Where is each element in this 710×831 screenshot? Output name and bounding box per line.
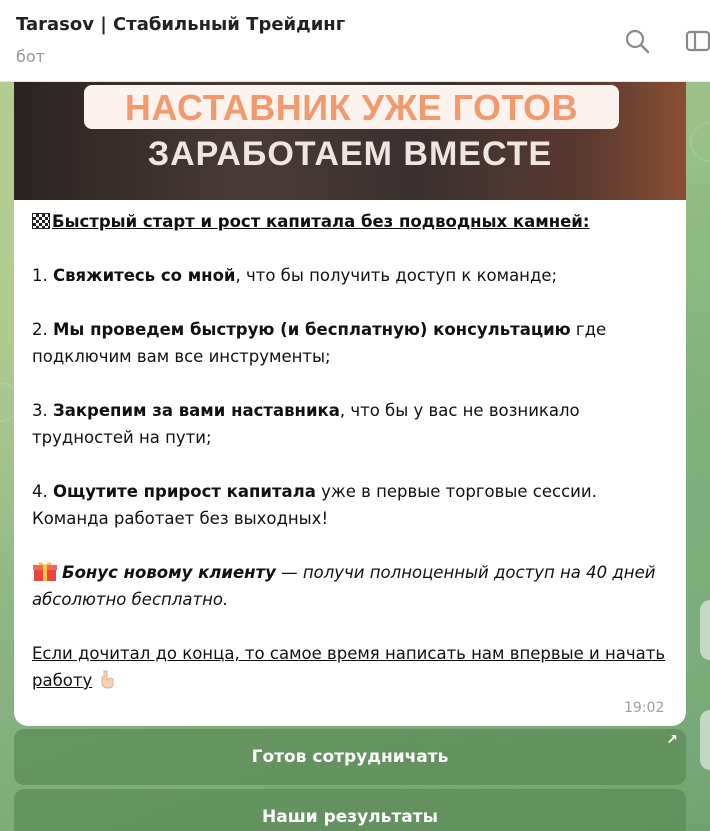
chat-area: НАСТАВНИК УЖЕ ГОТОВ ЗАРАБОТАЕМ ВМЕСТЕ Бы… [0, 82, 710, 831]
cta-line[interactable]: Если дочитал до конца, то самое время на… [32, 640, 672, 694]
external-link-icon: ↗ [666, 732, 678, 748]
message-heading: Быстрый старт и рост капитала без подвод… [32, 208, 672, 235]
step-1: 1. Свяжитесь со мной, что бы получить до… [32, 266, 558, 285]
step-2: 2. Мы проведем быструю (и бесплатную) ко… [32, 320, 607, 366]
banner-headline: НАСТАВНИК УЖЕ ГОТОВ [124, 87, 579, 128]
pointing-down-hand-icon [101, 670, 114, 689]
our-results-button[interactable]: Наши результаты [14, 789, 686, 831]
step-3: 3. Закрепим за вами наставника, что бы у… [32, 401, 580, 447]
message-text: Быстрый старт и рост капитала без подвод… [32, 208, 672, 721]
message-time: 19:02 [624, 700, 665, 716]
chat-header: Tarasov | Стабильный Трейдинг бот [0, 0, 710, 82]
background-doodle [690, 122, 710, 162]
banner-subheadline: ЗАРАБОТАЕМ ВМЕСТЕ [147, 135, 553, 173]
chat-subtitle: бот [16, 47, 45, 66]
message-bubble: НАСТАВНИК УЖЕ ГОТОВ ЗАРАБОТАЕМ ВМЕСТЕ Бы… [14, 82, 686, 726]
ready-to-cooperate-button[interactable]: Готов сотрудничать ↗ [14, 729, 686, 785]
bonus-line: Бонус новому клиенту — получи полноценны… [32, 559, 672, 613]
search-icon[interactable] [622, 26, 652, 56]
chat-title[interactable]: Tarasov | Стабильный Трейдинг [16, 14, 345, 35]
step-4: 4. Ощутите прирост капитала уже в первые… [32, 482, 597, 528]
scroll-handle[interactable] [700, 600, 710, 660]
checkered-flag-icon [32, 213, 50, 229]
gift-icon [33, 562, 57, 581]
scroll-down-button[interactable] [700, 710, 710, 770]
banner-image: НАСТАВНИК УЖЕ ГОТОВ ЗАРАБОТАЕМ ВМЕСТЕ [14, 82, 686, 200]
side-panel-icon[interactable] [683, 26, 710, 56]
